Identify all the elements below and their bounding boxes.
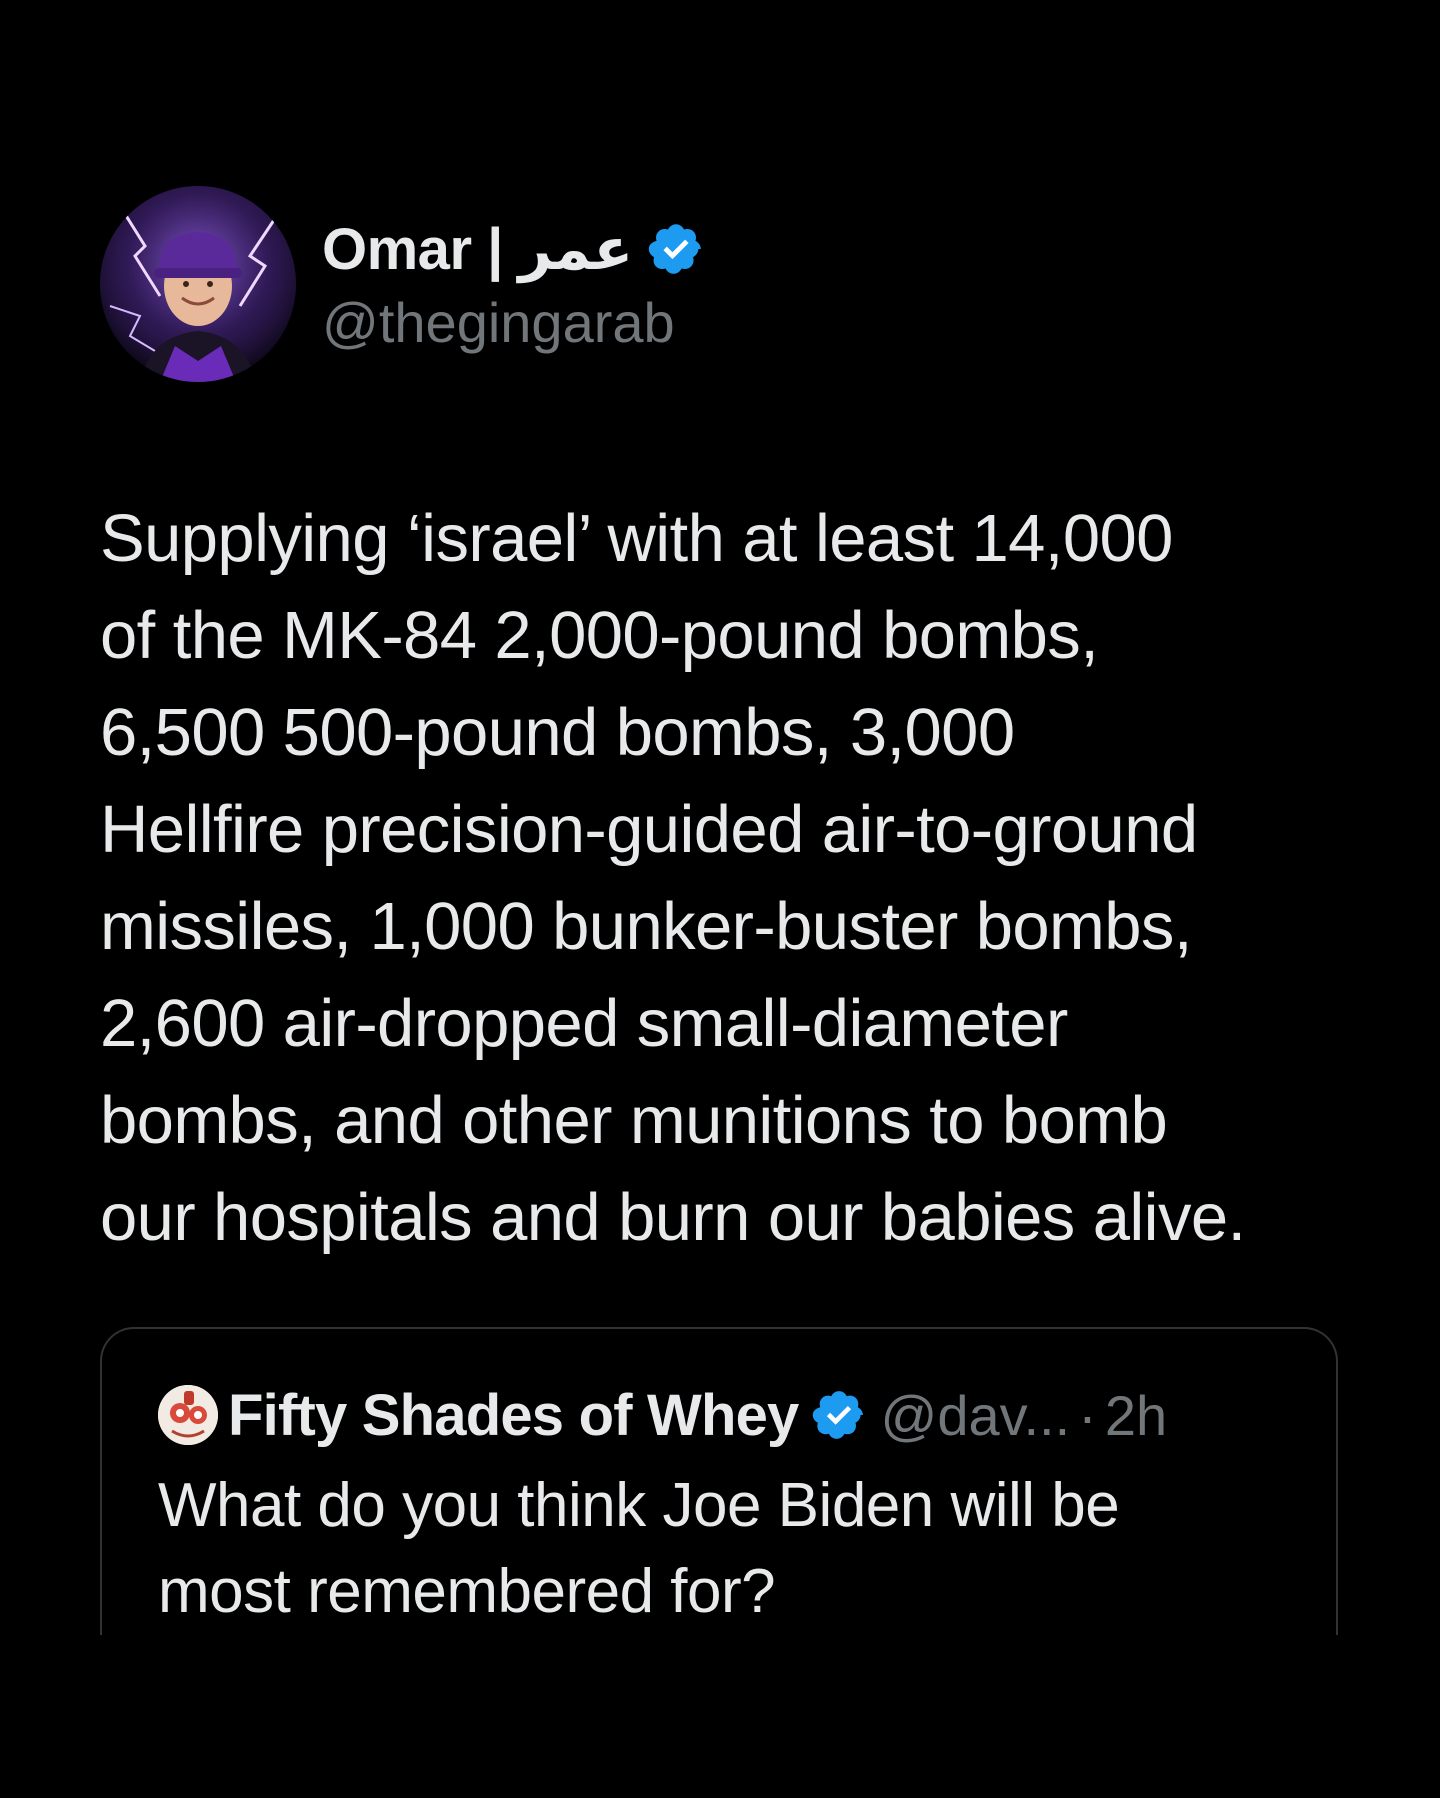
quoted-timestamp[interactable]: 2h <box>1105 1383 1167 1448</box>
author-name-row: Omar | عمر <box>322 214 705 284</box>
author-display-name[interactable]: Omar | عمر <box>322 215 634 283</box>
quoted-verified-badge-icon <box>812 1391 863 1439</box>
avatar-photo-icon <box>100 186 296 382</box>
quoted-tweet-card[interactable]: Fifty Shades of Whey @dav... · 2h What d… <box>100 1327 1338 1635</box>
author-handle[interactable]: @thegingarab <box>322 290 705 355</box>
tweet-author-header: Omar | عمر @thegingarab <box>100 186 705 382</box>
quoted-tweet-header: Fifty Shades of Whey @dav... · 2h <box>158 1381 1167 1449</box>
tweet-body-text: Supplying ‘israel’ with at least 14,000 … <box>100 501 1246 1255</box>
quoted-author-display-name[interactable]: Fifty Shades of Whey <box>228 1382 799 1449</box>
author-names: Omar | عمر @thegingarab <box>322 214 705 355</box>
tweet-screenshot: Omar | عمر @thegingarab Supplying ‘israe… <box>0 0 1440 1798</box>
quoted-tweet-text: What do you think Joe Biden will be most… <box>158 1471 1120 1626</box>
author-avatar[interactable] <box>100 186 296 382</box>
quoted-author-handle[interactable]: @dav... <box>881 1383 1071 1448</box>
quoted-avatar-photo-icon <box>158 1385 218 1445</box>
quoted-meta-separator: · <box>1078 1383 1097 1447</box>
quoted-author-avatar[interactable] <box>158 1385 218 1445</box>
verified-badge-icon <box>648 223 701 274</box>
